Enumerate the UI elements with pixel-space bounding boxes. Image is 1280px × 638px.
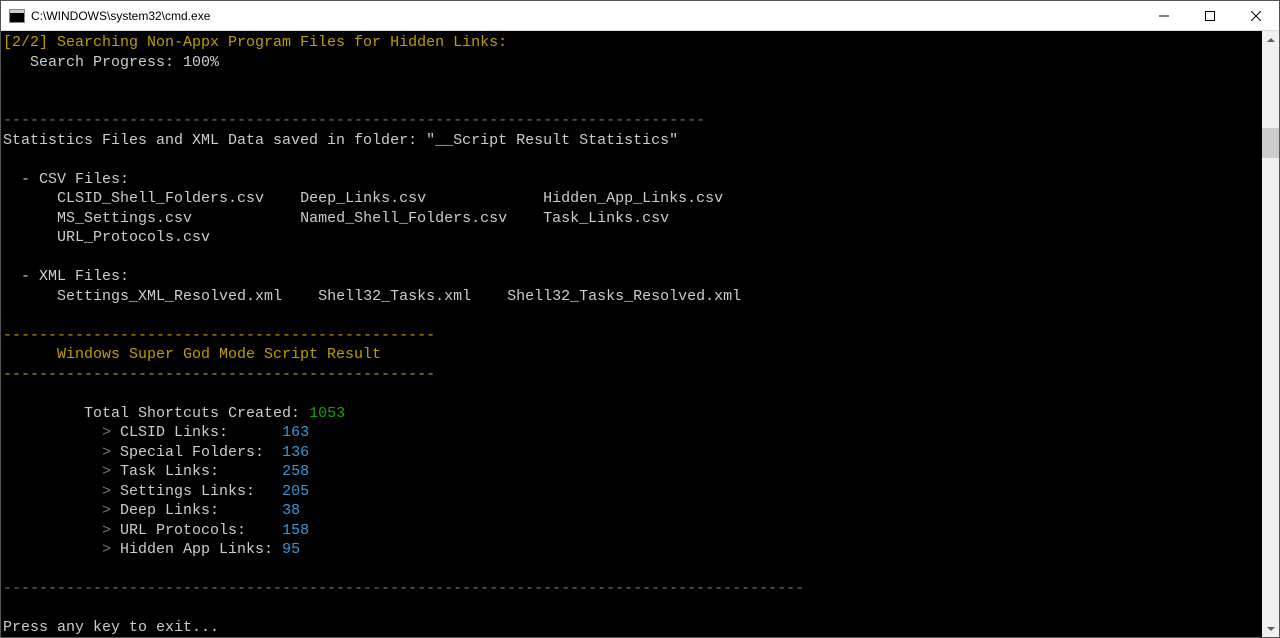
row-label: Deep Links: [120, 502, 282, 519]
divider: ----------------------------------------… [3, 112, 705, 129]
scroll-up-arrow-icon[interactable] [1262, 31, 1279, 48]
row-arrow: > [3, 522, 120, 539]
scrollbar-thumb[interactable] [1262, 128, 1279, 158]
maximize-icon [1205, 11, 1215, 21]
total-label: Total Shortcuts Created: [3, 405, 309, 422]
vertical-scrollbar[interactable] [1262, 31, 1279, 637]
scroll-down-arrow-icon[interactable] [1262, 620, 1279, 637]
row-arrow: > [3, 541, 120, 558]
divider: ----------------------------------------… [3, 580, 804, 597]
row-label: Special Folders: [120, 444, 282, 461]
csv-header: - CSV Files: [3, 171, 129, 188]
minimize-button[interactable] [1141, 1, 1187, 30]
cmd-window: C:\WINDOWS\system32\cmd.exe [2/2] Search… [0, 0, 1280, 638]
row-arrow: > [3, 502, 120, 519]
titlebar[interactable]: C:\WINDOWS\system32\cmd.exe [1, 1, 1279, 31]
progress-label: Search Progress: [3, 54, 183, 71]
row-label: Task Links: [120, 463, 282, 480]
csv-file: MS_Settings.csv [3, 210, 192, 227]
result-divider: ----------------------------------------… [3, 327, 435, 344]
search-status-line: [2/2] Searching Non-Appx Program Files f… [3, 34, 507, 51]
maximize-button[interactable] [1187, 1, 1233, 30]
csv-file: Hidden_App_Links.csv [543, 190, 723, 207]
window-controls [1141, 1, 1279, 30]
row-value: 258 [282, 463, 309, 480]
result-divider: ----------------------------------------… [3, 366, 435, 383]
row-arrow: > [3, 444, 120, 461]
scrollbar-track[interactable] [1262, 48, 1279, 620]
content-wrapper: [2/2] Searching Non-Appx Program Files f… [1, 31, 1279, 637]
csv-file: CLSID_Shell_Folders.csv [3, 190, 264, 207]
row-value: 205 [282, 483, 309, 500]
csv-file: Named_Shell_Folders.csv [300, 210, 507, 227]
row-arrow: > [3, 483, 120, 500]
row-label: Settings Links: [120, 483, 282, 500]
result-title: Windows Super God Mode Script Result [3, 346, 381, 363]
window-title: C:\WINDOWS\system32\cmd.exe [31, 9, 1141, 23]
xml-header: - XML Files: [3, 268, 129, 285]
terminal-output[interactable]: [2/2] Searching Non-Appx Program Files f… [1, 31, 1262, 637]
row-arrow: > [3, 463, 120, 480]
row-value: 38 [282, 502, 300, 519]
close-icon [1251, 11, 1261, 21]
progress-value: 100% [183, 54, 219, 71]
cmd-icon [9, 9, 25, 23]
row-value: 136 [282, 444, 309, 461]
total-value: 1053 [309, 405, 345, 422]
csv-file: URL_Protocols.csv [3, 229, 210, 246]
csv-file: Deep_Links.csv [300, 190, 426, 207]
close-button[interactable] [1233, 1, 1279, 30]
exit-prompt: Press any key to exit... [3, 619, 219, 636]
row-arrow: > [3, 424, 120, 441]
xml-file: Shell32_Tasks.xml [318, 288, 471, 305]
row-label: URL Protocols: [120, 522, 282, 539]
csv-file: Task_Links.csv [543, 210, 669, 227]
xml-file: Shell32_Tasks_Resolved.xml [507, 288, 741, 305]
minimize-icon [1159, 11, 1169, 21]
xml-file: Settings_XML_Resolved.xml [3, 288, 282, 305]
stats-folder-line: Statistics Files and XML Data saved in f… [3, 132, 678, 149]
row-label: Hidden App Links: [120, 541, 282, 558]
row-value: 158 [282, 522, 309, 539]
row-value: 163 [282, 424, 309, 441]
row-label: CLSID Links: [120, 424, 282, 441]
row-value: 95 [282, 541, 300, 558]
